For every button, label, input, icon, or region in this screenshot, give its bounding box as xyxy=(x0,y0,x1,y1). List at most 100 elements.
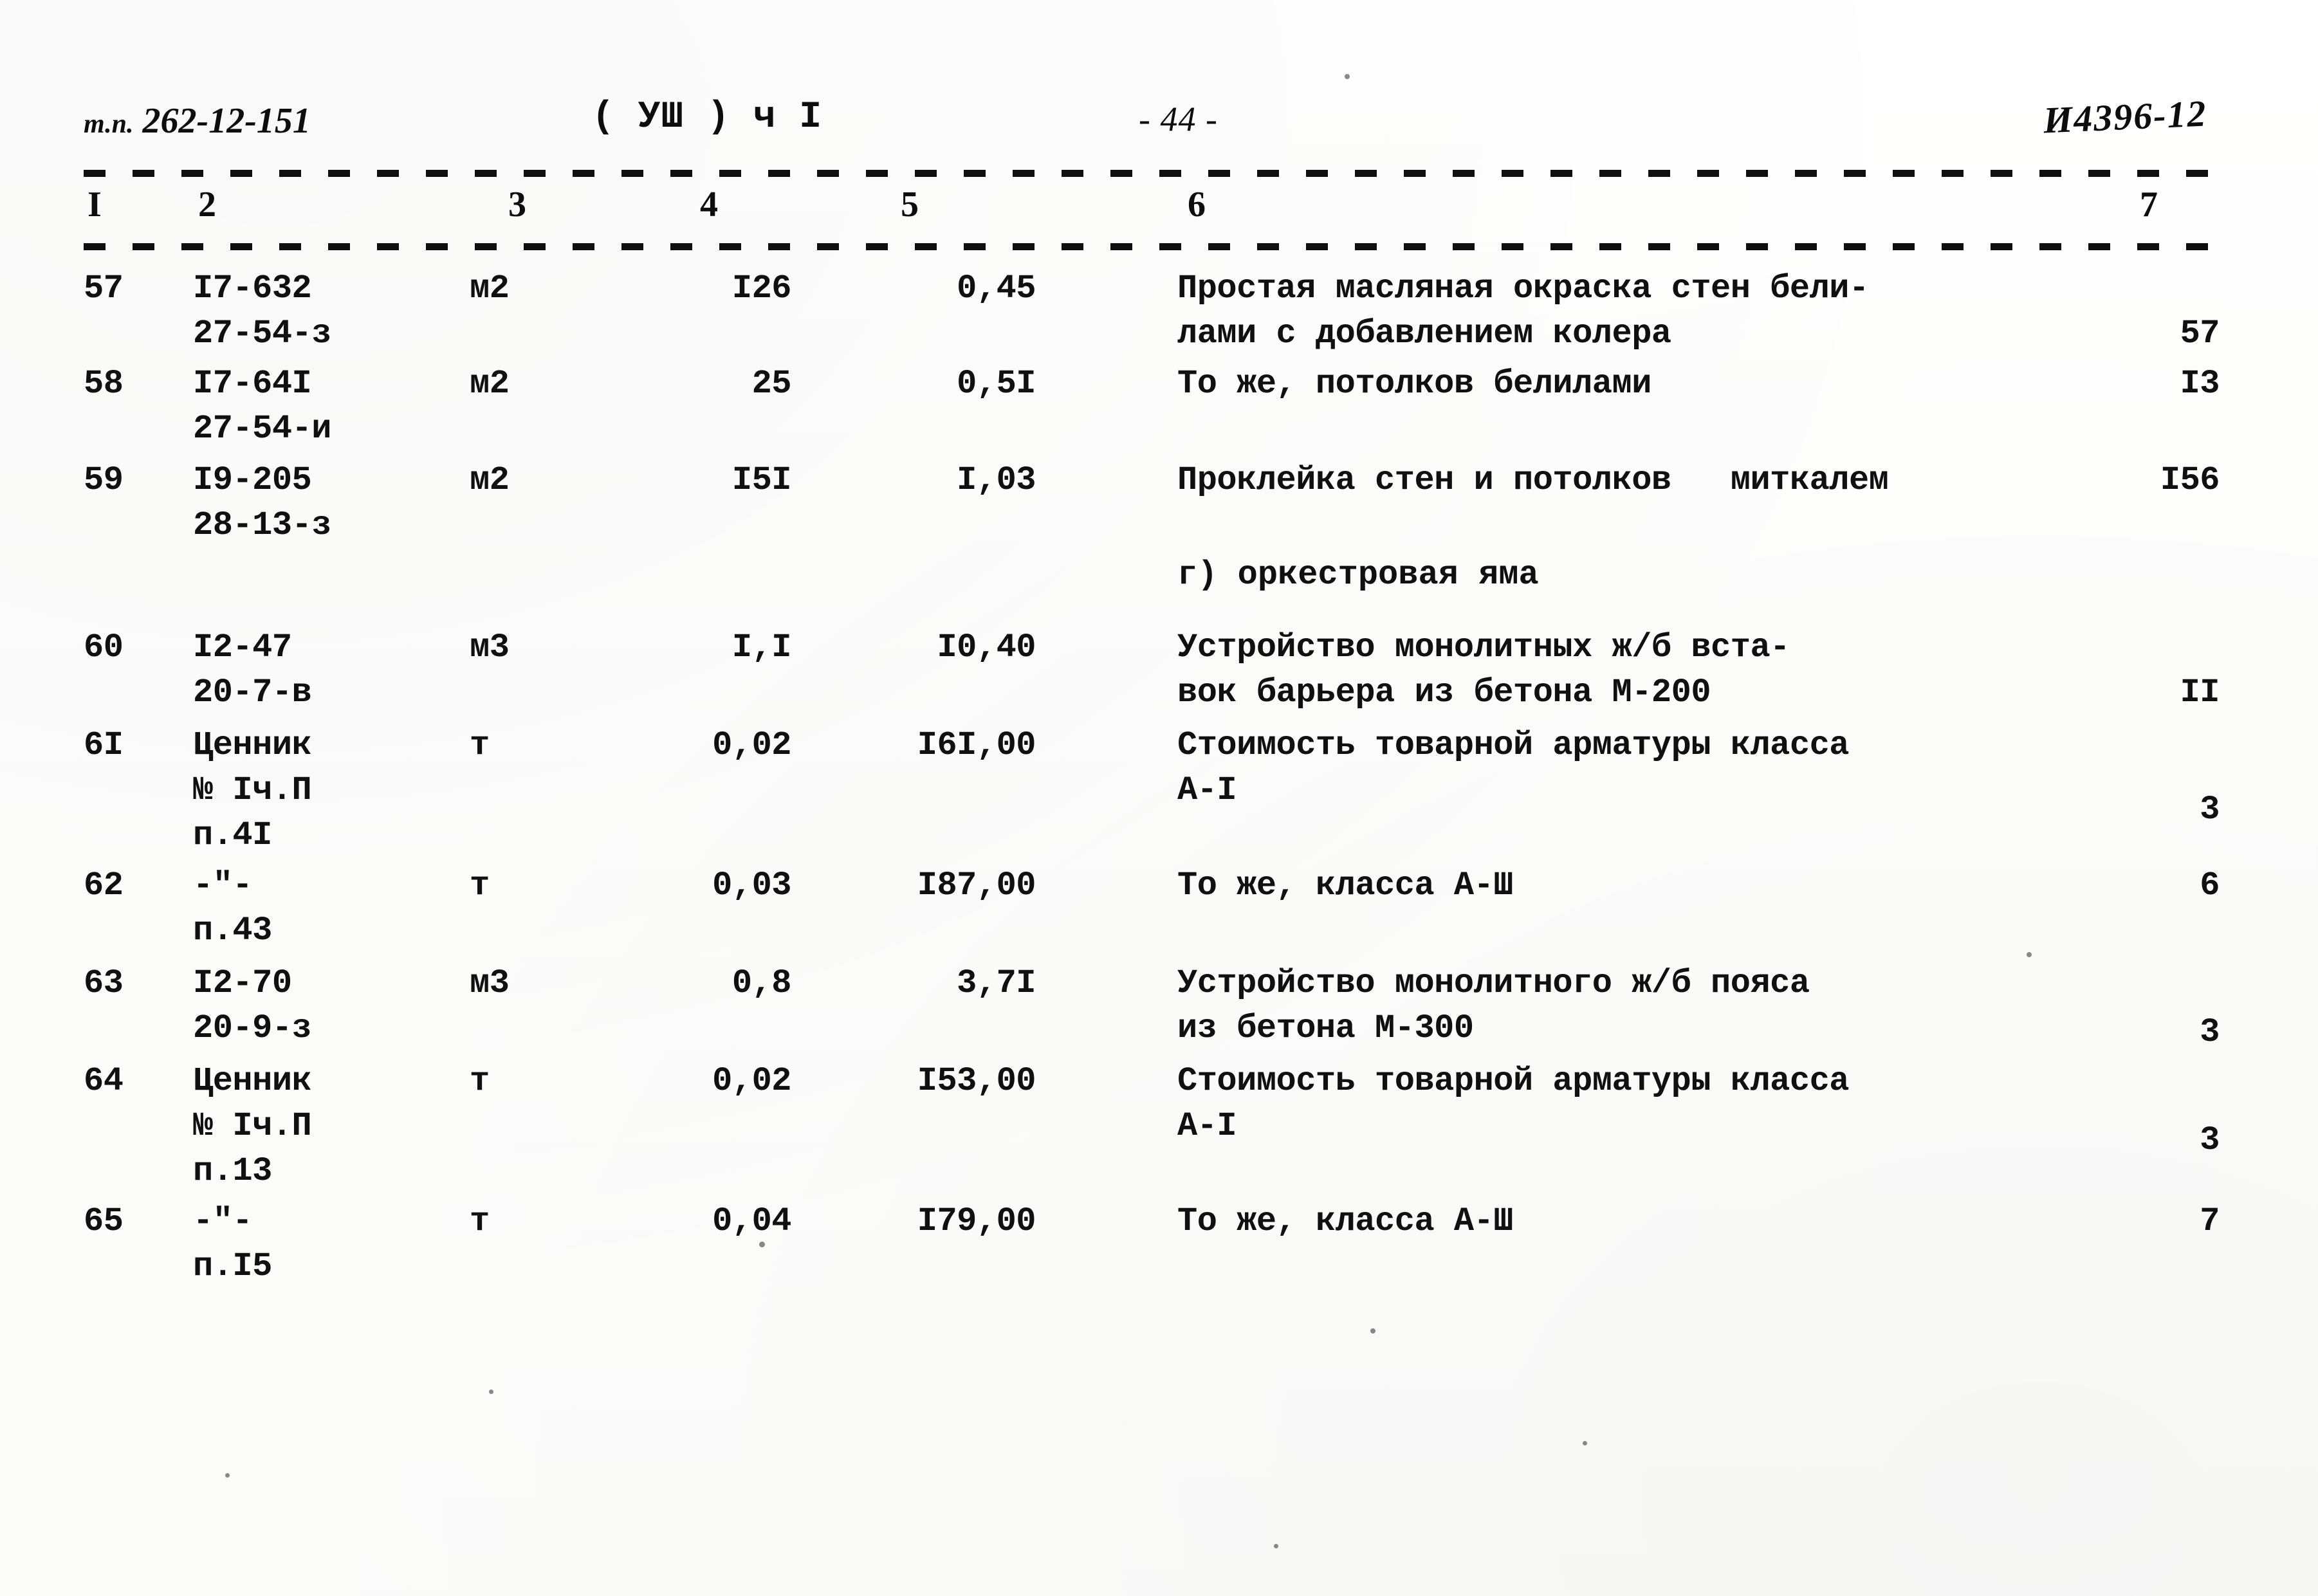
row-unit: т xyxy=(470,1202,490,1240)
row-code-line2: п.I5 xyxy=(193,1247,272,1285)
row-total: 57 xyxy=(2180,315,2220,353)
row-code-line2: № Iч.П xyxy=(193,1107,312,1145)
row-number: 59 xyxy=(84,461,124,499)
row-unit: т xyxy=(470,726,490,764)
row-code-line2: 27-54-з xyxy=(193,315,331,353)
row-unit: м2 xyxy=(470,270,510,307)
row-code-line2: 27-54-и xyxy=(193,410,331,448)
row-total: 3 xyxy=(2200,1121,2220,1159)
table-row: 6I Ценник № Iч.П п.4I т 0,02 I6I,00 Стоимо… xyxy=(84,723,2220,863)
column-number-4: 4 xyxy=(700,185,718,225)
column-number-2: 2 xyxy=(198,185,216,225)
row-code-line3: п.4I xyxy=(193,816,272,854)
row-description: То же, класса А-Ш xyxy=(1177,863,2091,908)
row-code-line1: I7-632 xyxy=(193,270,312,307)
page-header: т.п. 262-12-151 ( УШ ) ч I - 44 - И4396-… xyxy=(84,92,2220,167)
row-code: Ценник № Iч.П п.13 xyxy=(193,1059,418,1194)
scan-speck xyxy=(225,1473,230,1478)
row-description: То же, потолков белилами xyxy=(1177,362,2091,407)
row-quantity: 0,02 xyxy=(712,726,791,764)
row-unit: т xyxy=(470,1062,490,1100)
row-unit: м2 xyxy=(470,461,510,499)
row-total: 3 xyxy=(2200,791,2220,829)
row-quantity: I,I xyxy=(731,628,792,666)
row-description: Стоимость товарной арматуры класса А-I xyxy=(1177,723,2091,813)
table-row: 64 Ценник № Iч.П п.13 т 0,02 I53,00 Стоимо… xyxy=(84,1059,2220,1199)
row-unit-price: 0,45 xyxy=(957,270,1036,307)
row-code-line1: Ценник xyxy=(193,726,312,764)
row-unit-price: I79,00 xyxy=(917,1202,1036,1240)
row-number: 60 xyxy=(84,628,124,666)
row-code: I2-70 20-9-з xyxy=(193,961,418,1051)
row-unit-price: 3,7I xyxy=(957,964,1036,1002)
document-sheet: т.п. 262-12-151 ( УШ ) ч I - 44 - И4396-… xyxy=(84,92,2220,1319)
scan-speck xyxy=(1274,1544,1278,1548)
row-quantity: 0,02 xyxy=(712,1062,791,1100)
row-description-line1: То же, потолков белилами xyxy=(1177,365,1651,403)
row-code: Ценник № Iч.П п.4I xyxy=(193,723,418,858)
row-description-line1: Простая масляная окраска стен бели- xyxy=(1177,270,1869,307)
row-number: 57 xyxy=(84,270,124,307)
row-description-line1: Стоимость товарной арматуры класса xyxy=(1177,726,1849,764)
row-code-line2: 20-9-з xyxy=(193,1009,312,1047)
row-unit-price: I53,00 xyxy=(917,1062,1036,1100)
row-quantity: 0,04 xyxy=(712,1202,791,1240)
row-total: I56 xyxy=(2160,461,2220,499)
row-quantity: 0,8 xyxy=(731,964,792,1002)
document-number: т.п. 262-12-151 xyxy=(84,100,311,142)
row-unit-price: I0,40 xyxy=(937,628,1036,666)
table-row: 60 I2-47 20-7-в м3 I,I I0,40 Устройство м… xyxy=(84,625,2220,723)
row-unit: м2 xyxy=(470,365,510,403)
row-code-line1: Ценник xyxy=(193,1062,312,1100)
row-code-line1: -"- xyxy=(193,1202,253,1240)
row-description-line2: вок барьера из бетона М-200 xyxy=(1177,674,1711,711)
row-number: 58 xyxy=(84,365,124,403)
row-quantity: I26 xyxy=(731,270,792,307)
row-code-line1: I9-205 xyxy=(193,461,312,499)
section-heading-row: г) оркестровая яма xyxy=(84,556,2220,625)
row-unit: т xyxy=(470,867,490,904)
column-number-3: 3 xyxy=(508,185,526,225)
table-row: 62 -"- п.43 т 0,03 I87,00 То же, класса А… xyxy=(84,863,2220,961)
row-code: -"- п.43 xyxy=(193,863,418,953)
scan-speck xyxy=(489,1390,493,1394)
column-number-6: 6 xyxy=(1188,185,1206,225)
table-row: 57 I7-632 27-54-з м2 I26 0,45 Простая мас… xyxy=(84,266,2220,362)
row-code: I9-205 28-13-з xyxy=(193,458,418,548)
row-description-line2: А-I xyxy=(1177,1107,1237,1145)
row-code-line2: 20-7-в xyxy=(193,674,312,711)
row-code-line2: п.43 xyxy=(193,912,272,949)
table-column-number-row: I 2 3 4 5 6 7 xyxy=(84,179,2220,241)
row-description-line1: Проклейка стен и потолков миткалем xyxy=(1177,461,1889,499)
row-description-line2: из бетона М-300 xyxy=(1177,1009,1474,1047)
row-description: Устройство монолитных ж/б вста-вок барье… xyxy=(1177,625,2091,715)
row-description-line2: лами с добавлением колера xyxy=(1177,315,1671,353)
row-number: 65 xyxy=(84,1202,124,1240)
row-code-line3: п.13 xyxy=(193,1152,272,1190)
table-top-dashed-rule xyxy=(84,167,2220,179)
row-unit-price: I6I,00 xyxy=(917,726,1036,764)
row-unit: м3 xyxy=(470,628,510,666)
row-quantity: 0,03 xyxy=(712,867,791,904)
row-code-line2: 28-13-з xyxy=(193,506,331,544)
row-total: II xyxy=(2180,674,2220,711)
section-heading: г) оркестровая яма xyxy=(1177,556,1539,594)
row-total: 3 xyxy=(2200,1013,2220,1051)
row-description: Устройство монолитного ж/б пояса из бетон… xyxy=(1177,961,2091,1051)
row-unit-price: 0,5I xyxy=(957,365,1036,403)
row-description-line1: То же, класса А-Ш xyxy=(1177,1202,1514,1240)
row-number: 62 xyxy=(84,867,124,904)
table-row: 65 -"- п.I5 т 0,04 I79,00 То же, класса А… xyxy=(84,1199,2220,1302)
table-row: 59 I9-205 28-13-з м2 I5I I,03 Проклейка с… xyxy=(84,458,2220,556)
row-description-line1: То же, класса А-Ш xyxy=(1177,867,1514,904)
row-quantity: I5I xyxy=(731,461,792,499)
table-body: 57 I7-632 27-54-з м2 I26 0,45 Простая мас… xyxy=(84,266,2220,1302)
row-total: I3 xyxy=(2180,365,2220,403)
row-code-line1: I2-70 xyxy=(193,964,292,1002)
table-row: 58 I7-64I 27-54-и м2 25 0,5I То же, потол… xyxy=(84,362,2220,458)
row-code-line2: № Iч.П xyxy=(193,771,312,809)
table-header-dashed-rule xyxy=(84,241,2220,252)
row-code-line1: I7-64I xyxy=(193,365,312,403)
row-code: -"- п.I5 xyxy=(193,1199,418,1289)
document-number-prefix: т.п. xyxy=(84,109,134,139)
